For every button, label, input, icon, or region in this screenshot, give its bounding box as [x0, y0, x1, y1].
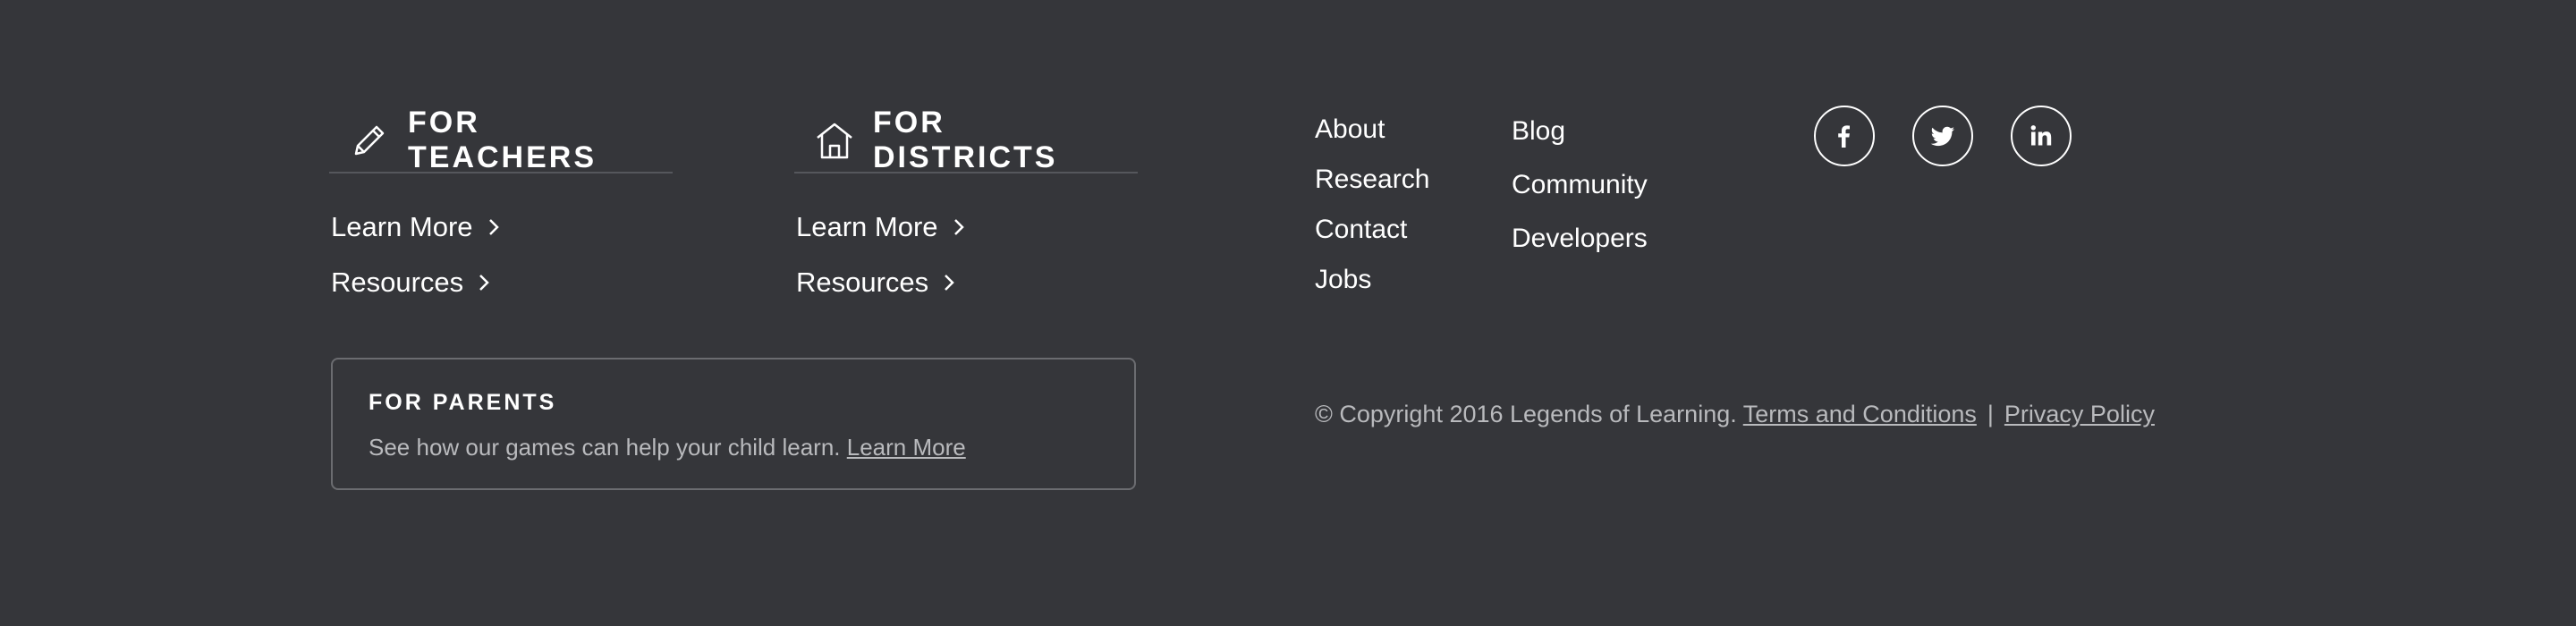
linkedin-icon: [2030, 125, 2052, 146]
districts-resources-link[interactable]: Resources: [796, 261, 1138, 304]
site-footer: FOR TEACHERS Learn More Resources FOR DI…: [0, 0, 2576, 626]
linkedin-button[interactable]: [2011, 106, 2072, 166]
social-links: [1814, 106, 2109, 166]
copyright-line: © Copyright 2016 Legends of Learning. Te…: [1315, 401, 2155, 428]
teachers-resources-link[interactable]: Resources: [331, 261, 673, 304]
community-link[interactable]: Community: [1512, 170, 1648, 224]
facebook-icon: [1838, 125, 1850, 148]
teachers-heading: FOR TEACHERS: [329, 106, 673, 174]
jobs-link[interactable]: Jobs: [1315, 265, 1429, 315]
community-links: Blog Community Developers: [1512, 116, 1648, 277]
parents-description: See how our games can help your child le…: [369, 434, 841, 461]
districts-learn-more-link[interactable]: Learn More: [796, 206, 1138, 249]
teachers-learn-more-link[interactable]: Learn More: [331, 206, 673, 249]
company-links: About Research Contact Jobs: [1315, 114, 1429, 315]
parents-text-row: See how our games can help your child le…: [369, 434, 1134, 461]
separator: |: [1987, 401, 1994, 427]
districts-heading: FOR DISTRICTS: [794, 106, 1138, 174]
twitter-icon: [1930, 126, 1954, 147]
parents-title: FOR PARENTS: [369, 390, 557, 415]
twitter-button[interactable]: [1912, 106, 1973, 166]
pencil-icon: [354, 125, 385, 156]
chevron-right-icon: [479, 275, 489, 291]
districts-title: FOR DISTRICTS: [873, 106, 1058, 174]
facebook-button[interactable]: [1814, 106, 1875, 166]
research-link[interactable]: Research: [1315, 165, 1429, 215]
chevron-right-icon: [953, 219, 964, 235]
chevron-right-icon: [945, 275, 954, 291]
about-link[interactable]: About: [1315, 114, 1429, 165]
parents-learn-more-link[interactable]: Learn More: [847, 434, 966, 461]
districts-column: FOR DISTRICTS Learn More Resources: [794, 106, 1138, 304]
parents-box: FOR PARENTS See how our games can help y…: [331, 358, 1136, 490]
chevron-right-icon: [488, 219, 499, 235]
developers-link[interactable]: Developers: [1512, 224, 1648, 277]
link-label: Learn More: [796, 211, 938, 242]
link-label: Resources: [331, 266, 464, 298]
blog-link[interactable]: Blog: [1512, 116, 1648, 170]
terms-link[interactable]: Terms and Conditions: [1743, 401, 1977, 427]
teachers-column: FOR TEACHERS Learn More Resources: [329, 106, 673, 304]
contact-link[interactable]: Contact: [1315, 215, 1429, 265]
privacy-link[interactable]: Privacy Policy: [2004, 401, 2155, 427]
school-icon: [817, 123, 852, 159]
link-label: Resources: [796, 266, 929, 298]
teachers-title: FOR TEACHERS: [408, 106, 597, 174]
link-label: Learn More: [331, 211, 473, 242]
copyright-text: © Copyright 2016 Legends of Learning.: [1315, 401, 1737, 427]
